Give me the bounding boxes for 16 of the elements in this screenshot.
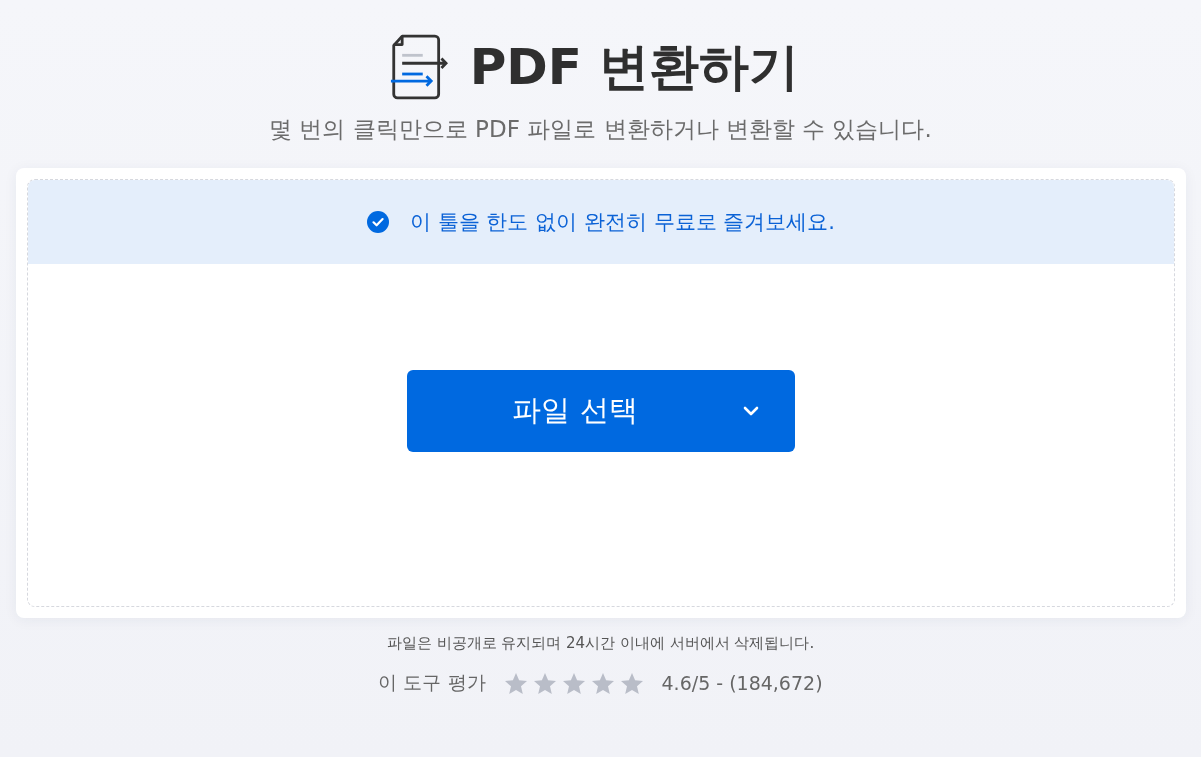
page-title: PDF 변환하기 [469,37,800,98]
star-icon[interactable] [619,671,644,695]
choose-file-button[interactable]: 파일 선택 [407,370,795,452]
star-icon[interactable] [503,671,528,695]
rating-score: 4.6/5 - (184,672) [661,672,823,694]
chevron-down-icon [743,406,759,416]
page-subtitle: 몇 번의 클릭만으로 PDF 파일로 변환하거나 변환할 수 있습니다. [269,115,932,144]
star-icon[interactable] [532,671,557,695]
star-icon[interactable] [561,671,586,695]
drop-zone[interactable]: 이 툴을 한도 없이 완전히 무료로 즐겨보세요. 파일 선택 [27,179,1175,607]
document-arrows-icon [389,34,448,100]
star-icon[interactable] [590,671,615,695]
notice-text: 이 툴을 한도 없이 완전히 무료로 즐겨보세요. [410,209,835,236]
check-circle-icon [367,211,390,233]
rating-label: 이 도구 평가 [378,670,486,695]
privacy-note: 파일은 비공개로 유지되며 24시간 이내에 서버에서 삭제됩니다. [386,633,815,654]
